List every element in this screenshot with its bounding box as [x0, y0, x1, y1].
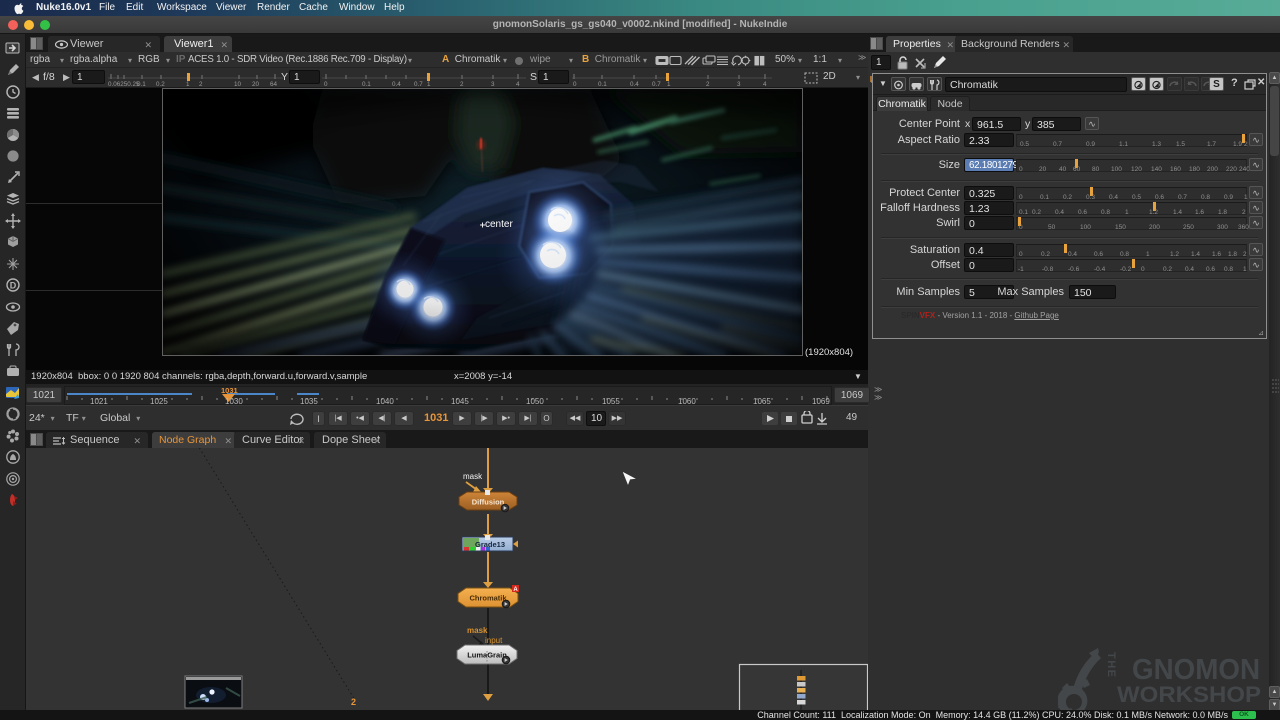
svg-text:0.06250.25: 0.06250.25: [108, 81, 140, 87]
svg-text:1: 1: [186, 81, 190, 87]
svg-text:0: 0: [324, 81, 328, 87]
svg-text:center: center: [485, 219, 513, 230]
svg-text:1: 1: [427, 81, 431, 87]
svg-text:20: 20: [252, 81, 260, 87]
svg-text:2: 2: [460, 81, 464, 87]
svg-text:1031: 1031: [221, 387, 238, 395]
svg-text:0.1: 0.1: [598, 81, 607, 87]
svg-text:0.4: 0.4: [630, 81, 639, 87]
svg-text:0.1: 0.1: [362, 81, 371, 87]
svg-text:3: 3: [491, 81, 495, 87]
svg-text:0.7: 0.7: [414, 81, 423, 87]
svg-text:Chromatik: Chromatik: [469, 594, 507, 603]
svg-text:4: 4: [516, 81, 520, 87]
svg-text:3: 3: [737, 81, 741, 87]
svg-text:0.7: 0.7: [652, 81, 661, 87]
svg-text:2: 2: [199, 81, 203, 87]
svg-text:A: A: [513, 587, 518, 593]
svg-text:4: 4: [763, 81, 767, 87]
svg-text:WORKSHOP: WORKSHOP: [1117, 682, 1261, 707]
svg-text:mask: mask: [467, 626, 488, 635]
svg-text:1: 1: [667, 81, 671, 87]
svg-text:Diffusion: Diffusion: [472, 498, 505, 507]
svg-text:0.4: 0.4: [392, 81, 401, 87]
svg-text:2: 2: [351, 697, 356, 707]
svg-text:0.1: 0.1: [137, 81, 146, 87]
svg-text:10: 10: [234, 81, 242, 87]
svg-text:THE: THE: [1105, 652, 1117, 679]
svg-text:input: input: [485, 636, 503, 645]
svg-text:0: 0: [573, 81, 577, 87]
svg-text:2: 2: [706, 81, 710, 87]
svg-text:D: D: [10, 281, 17, 291]
svg-text:0.2: 0.2: [156, 81, 165, 87]
svg-text:64: 64: [270, 81, 278, 87]
svg-text:mask: mask: [463, 472, 483, 481]
